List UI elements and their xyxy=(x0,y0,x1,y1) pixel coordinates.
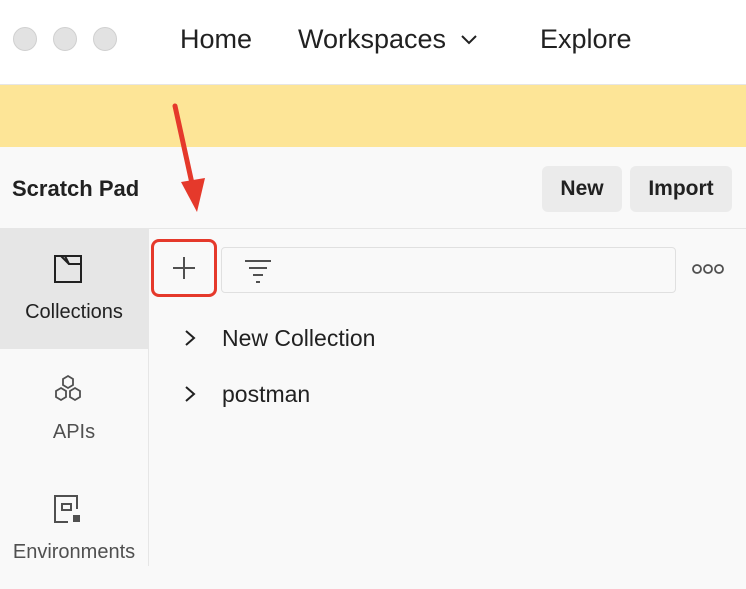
workspace-title: Scratch Pad xyxy=(12,176,140,201)
collection-name: postman xyxy=(222,380,311,407)
import-button[interactable]: Import xyxy=(630,166,732,212)
sidebar-item-label: Environments xyxy=(12,541,136,563)
filter-icon[interactable] xyxy=(244,258,272,284)
top-bar: Home Workspaces Explore xyxy=(0,0,746,85)
more-options-icon[interactable] xyxy=(692,263,724,275)
collections-panel: New Collection postman xyxy=(149,229,746,566)
window-zoom-button[interactable] xyxy=(93,27,117,51)
new-button[interactable]: New xyxy=(542,166,622,212)
chevron-right-icon[interactable] xyxy=(181,385,199,403)
sidebar-item-collections[interactable]: Collections xyxy=(0,229,148,349)
environments-icon xyxy=(54,495,80,523)
apis-icon xyxy=(55,374,81,402)
sidebar-item-apis[interactable]: APIs xyxy=(0,349,148,469)
nav-home[interactable]: Home xyxy=(180,22,252,56)
collections-icon xyxy=(54,255,82,283)
sidebar-item-label: Collections xyxy=(25,301,123,323)
nav-workspaces-label: Workspaces xyxy=(298,24,447,54)
collection-row[interactable]: New Collection xyxy=(149,313,746,363)
window-close-button[interactable] xyxy=(13,27,37,51)
nav-explore[interactable]: Explore xyxy=(540,22,632,56)
annotation-arrow xyxy=(172,103,205,212)
create-collection-button[interactable] xyxy=(151,239,217,297)
plus-icon xyxy=(173,257,195,279)
chevron-right-icon[interactable] xyxy=(181,329,199,347)
notice-banner xyxy=(0,85,746,147)
sidebar-item-environments[interactable]: Environments xyxy=(0,469,148,589)
collection-name: New Collection xyxy=(222,324,376,351)
nav-workspaces[interactable]: Workspaces xyxy=(298,22,480,56)
window-minimize-button[interactable] xyxy=(53,27,77,51)
search-collections-input[interactable] xyxy=(221,247,676,293)
collection-row[interactable]: postman xyxy=(149,369,746,419)
chevron-down-icon xyxy=(461,35,477,45)
sidebar: Collections APIs Environments xyxy=(0,229,149,566)
sidebar-item-label: APIs xyxy=(52,421,96,443)
workspace-header: Scratch Pad New Import xyxy=(0,148,746,229)
